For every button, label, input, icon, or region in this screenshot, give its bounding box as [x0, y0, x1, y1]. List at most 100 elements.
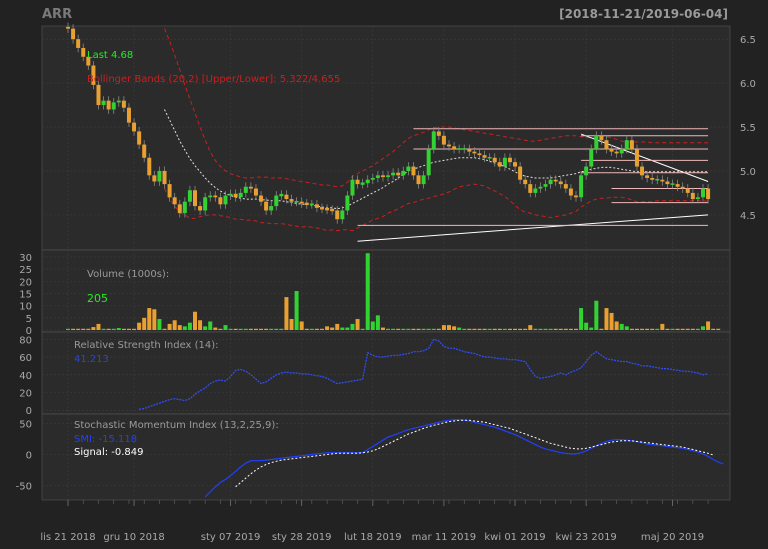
candle-body [299, 201, 304, 204]
volume-bar [345, 327, 350, 330]
candle-body [594, 135, 599, 149]
y-tick-label: 0 [26, 451, 32, 462]
candle-body [543, 184, 548, 187]
candle-body [126, 107, 131, 123]
volume-bar [162, 328, 167, 330]
candle-body [350, 179, 355, 196]
y-tick-label: 80 [19, 335, 32, 346]
x-tick-label: kwi 23 2019 [556, 532, 617, 543]
volume-bar [563, 328, 568, 330]
candle-body [558, 181, 563, 185]
candle-body [467, 148, 472, 152]
signal-last-value: Signal: -0.849 [74, 447, 144, 458]
volume-bar [528, 325, 533, 330]
candle-body [355, 179, 360, 185]
x-tick-label: mar 11 2019 [412, 532, 477, 543]
candle-body [426, 148, 431, 176]
candle-body [599, 135, 604, 141]
volume-bar [142, 317, 147, 330]
volume-bar [335, 323, 340, 330]
candle-body [548, 179, 553, 185]
candle-body [137, 131, 142, 145]
candle-body [538, 186, 543, 189]
volume-bar [711, 328, 716, 330]
volume-bar [690, 328, 695, 330]
volume-bar [121, 328, 126, 330]
candle-body [375, 175, 380, 178]
candle-body [66, 26, 70, 29]
volume-bar [675, 328, 680, 330]
volume-bar [421, 328, 426, 330]
candle-body [609, 148, 614, 152]
volume-bar [218, 328, 223, 330]
volume-bar [101, 328, 106, 330]
candle-body [162, 170, 167, 185]
candle-body [660, 179, 665, 182]
y-tick-label: 5 [26, 314, 32, 325]
volume-bar [259, 328, 264, 330]
candle-body [365, 179, 370, 184]
candle-body [152, 175, 157, 182]
volume-bar [350, 323, 355, 330]
candle-body [187, 190, 192, 202]
candle-body [76, 39, 81, 48]
candle-body [680, 186, 685, 189]
candle-body [248, 186, 253, 189]
candle-body [472, 151, 477, 154]
candle-body [421, 175, 426, 185]
volume-bar [228, 328, 233, 330]
candle-body [665, 181, 670, 185]
volume-bar [91, 327, 96, 330]
candle-body [233, 193, 238, 198]
volume-bar [396, 328, 401, 330]
candle-body [320, 207, 324, 210]
volume-bar [513, 328, 518, 330]
volume-bar [274, 328, 279, 330]
candle-body [614, 151, 619, 154]
candle-body [147, 157, 152, 176]
volume-bar [447, 325, 451, 330]
y-tick-label: 20 [19, 389, 32, 400]
candle-body [695, 197, 700, 200]
candle-body [193, 190, 197, 207]
candle-body [213, 195, 218, 198]
volume-bar [462, 328, 467, 330]
volume-bar [665, 328, 670, 330]
volume-bar [375, 315, 380, 330]
candle-body [101, 100, 106, 106]
candle-body [670, 183, 675, 185]
candle-body [553, 179, 558, 182]
candle-body [624, 140, 629, 149]
volume-bar [406, 328, 411, 330]
date-range: [2018-11-21/2019-06-04] [559, 7, 728, 21]
volume-bar [401, 328, 406, 330]
volume-bar [482, 328, 487, 330]
volume-bar [436, 328, 441, 330]
candle-body [675, 184, 680, 187]
candle-body [589, 148, 594, 167]
volume-bar [614, 321, 619, 330]
candle-body [431, 131, 436, 149]
volume-bar [386, 328, 391, 330]
candle-body [563, 184, 568, 189]
volume-bar [132, 328, 137, 330]
candle-body [706, 188, 711, 200]
candle-body [568, 188, 573, 196]
candle-body [685, 188, 690, 193]
candle-body [477, 153, 482, 156]
volume-bar [507, 328, 512, 330]
candle-body [416, 175, 421, 185]
volume-bar [685, 328, 690, 330]
candle-body [111, 102, 116, 110]
volume-bar [579, 308, 584, 330]
candle-body [172, 197, 177, 205]
candle-body [304, 202, 309, 206]
volume-bar [203, 326, 208, 330]
candle-body [269, 206, 274, 211]
volume-bar [416, 328, 421, 330]
volume-bar [157, 319, 162, 330]
candle-body [253, 188, 258, 196]
candle-body [345, 195, 350, 211]
y-tick-label: 15 [19, 289, 32, 300]
volume-bar [304, 328, 309, 330]
